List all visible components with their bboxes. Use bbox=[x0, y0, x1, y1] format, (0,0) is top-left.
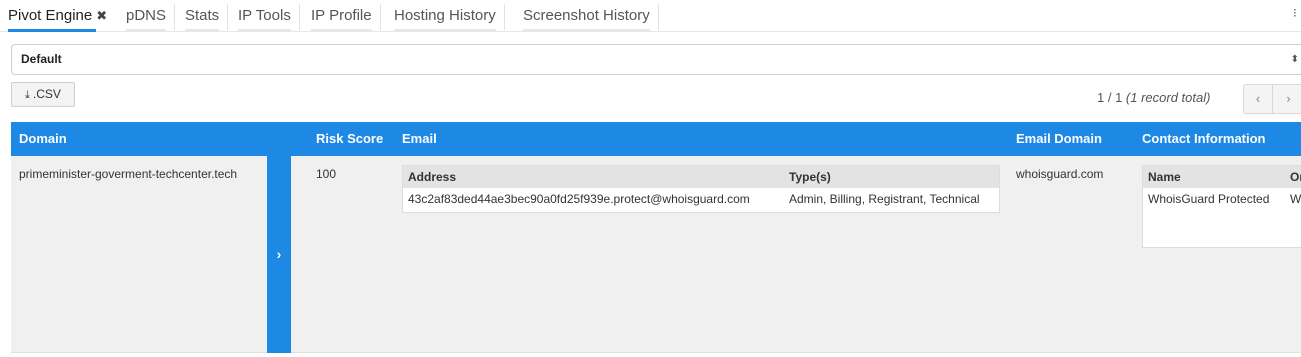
email-address-header: Address bbox=[408, 170, 457, 184]
tab-ip-tools[interactable]: IP Tools bbox=[230, 4, 300, 32]
tab-underline bbox=[523, 29, 650, 32]
prev-page-button[interactable]: ‹ bbox=[1244, 85, 1273, 113]
tab-label: Pivot Engine bbox=[8, 7, 93, 24]
expand-icon[interactable]: ⁝ bbox=[1293, 6, 1301, 20]
col-email[interactable]: Email bbox=[402, 122, 437, 156]
tab-screenshot-history[interactable]: Screenshot History bbox=[515, 4, 659, 32]
email-address[interactable]: 43c2af83ded44ae3bec90a0fd25f939e.protect… bbox=[408, 188, 750, 210]
risk-score-cell: 100 bbox=[316, 167, 337, 181]
tab-stats[interactable]: Stats bbox=[177, 4, 229, 32]
email-domain-cell[interactable]: whoisguard.com bbox=[1016, 167, 1103, 181]
contact-subtable-header: Name Or bbox=[1143, 166, 1301, 188]
chevron-right-icon: › bbox=[276, 246, 282, 262]
export-csv-label: .CSV bbox=[32, 87, 61, 101]
select-arrows-icon: ⬍ bbox=[1290, 54, 1299, 65]
tab-ip-profile[interactable]: IP Profile bbox=[303, 4, 381, 32]
email-types: Admin, Billing, Registrant, Technical bbox=[789, 192, 980, 206]
col-risk-score[interactable]: Risk Score bbox=[316, 122, 383, 156]
table-row: primeminister-goverment-techcenter.tech … bbox=[11, 156, 1301, 353]
tab-label: pDNS bbox=[126, 7, 167, 24]
export-csv-button[interactable]: ⤓ .CSV bbox=[11, 82, 75, 107]
tab-label: Hosting History bbox=[394, 7, 496, 24]
tab-underline bbox=[311, 29, 372, 32]
expand-row-button[interactable]: › bbox=[267, 156, 291, 353]
next-page-button[interactable]: › bbox=[1274, 85, 1301, 113]
tab-hosting-history[interactable]: Hosting History bbox=[386, 4, 505, 32]
close-icon[interactable]: ✖ bbox=[96, 8, 107, 23]
contact-name-header: Name bbox=[1148, 170, 1181, 184]
tab-pivot-engine[interactable]: Pivot Engine ✖ bbox=[0, 4, 115, 32]
active-tab-indicator bbox=[8, 29, 96, 32]
contact-subtable: Name Or WhoisGuard Protected W bbox=[1142, 165, 1301, 248]
view-select[interactable]: Default ⬍ bbox=[11, 44, 1301, 75]
email-types-header: Type(s) bbox=[789, 170, 831, 184]
tab-underline bbox=[238, 29, 291, 32]
email-subtable-header: Address Type(s) bbox=[403, 166, 999, 188]
col-email-domain[interactable]: Email Domain bbox=[1016, 122, 1102, 156]
table-header: Domain Risk Score Email Email Domain Con… bbox=[11, 122, 1301, 156]
tab-label: Stats bbox=[185, 7, 220, 24]
pager: ‹ › bbox=[1243, 84, 1301, 114]
tab-label: IP Tools bbox=[238, 7, 291, 24]
tab-underline bbox=[394, 29, 496, 32]
tab-pdns[interactable]: pDNS bbox=[118, 4, 176, 32]
contact-org-header: Or bbox=[1290, 170, 1301, 184]
record-total: (1 record total) bbox=[1125, 90, 1211, 105]
tab-underline bbox=[126, 29, 167, 32]
contact-org: W bbox=[1290, 192, 1301, 206]
col-domain[interactable]: Domain bbox=[19, 122, 67, 156]
email-subtable: Address Type(s) 43c2af83ded44ae3bec90a0f… bbox=[402, 165, 1000, 213]
tab-underline bbox=[185, 29, 220, 32]
tab-label: IP Profile bbox=[311, 7, 372, 24]
col-contact-information[interactable]: Contact Information bbox=[1142, 122, 1266, 156]
pagination-info: 1 / 1 (1 record total) bbox=[1097, 90, 1210, 105]
download-icon: ⤓ bbox=[25, 89, 30, 101]
tab-label: Screenshot History bbox=[523, 7, 650, 24]
domain-cell[interactable]: primeminister-goverment-techcenter.tech bbox=[19, 167, 237, 181]
tab-bar: Pivot Engine ✖ pDNS Stats IP Tools IP Pro… bbox=[0, 0, 1301, 32]
page-range: 1 / 1 bbox=[1097, 90, 1123, 105]
contact-subtable-row: WhoisGuard Protected W bbox=[1143, 188, 1301, 212]
contact-name: WhoisGuard Protected bbox=[1148, 192, 1270, 206]
email-subtable-row: 43c2af83ded44ae3bec90a0fd25f939e.protect… bbox=[403, 188, 999, 212]
view-select-value: Default bbox=[21, 52, 62, 66]
